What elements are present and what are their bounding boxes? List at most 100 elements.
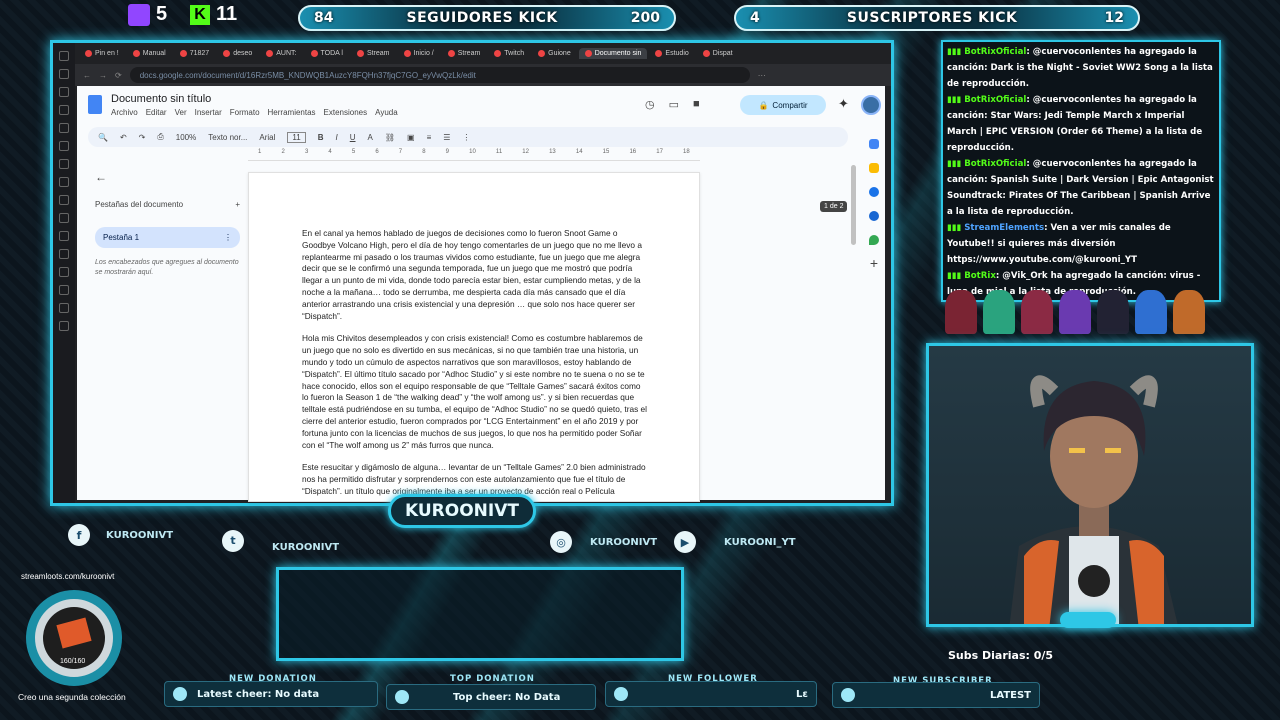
twitch-icon bbox=[128, 3, 150, 26]
url-input[interactable]: docs.google.com/document/d/16Rzr5MB_KNDW… bbox=[129, 67, 750, 83]
comment-icon[interactable]: ▭ bbox=[669, 98, 679, 111]
docs-menubar[interactable]: Archivo Editar Ver Insertar Formato Herramien… bbox=[111, 108, 398, 117]
document-title[interactable]: Documento sin título bbox=[111, 93, 211, 105]
followers-label: SEGUIDORES KICK bbox=[406, 10, 558, 26]
text-color-icon[interactable]: A bbox=[368, 133, 373, 142]
contacts-icon[interactable] bbox=[869, 211, 879, 221]
print-icon[interactable]: ⎙ bbox=[157, 132, 163, 142]
undo-icon[interactable]: ↶ bbox=[120, 133, 127, 142]
account-avatar[interactable] bbox=[861, 95, 881, 115]
meet-icon[interactable]: ■ bbox=[693, 98, 700, 111]
tab-favicon-icon bbox=[538, 49, 546, 57]
menu-item[interactable]: Herramientas bbox=[268, 108, 316, 117]
align-icon[interactable]: ≡ bbox=[427, 133, 432, 142]
top-donation-alert: Top cheer: No Data bbox=[386, 684, 596, 710]
menu-item[interactable]: Ayuda bbox=[375, 108, 398, 117]
add-tab-icon[interactable]: + bbox=[235, 200, 240, 209]
chat-username[interactable]: BotRix bbox=[964, 271, 996, 281]
chat-badges-icon: ▮▮▮ bbox=[947, 47, 965, 57]
back-icon[interactable]: ← bbox=[83, 71, 91, 80]
browser-tab[interactable]: Dispat bbox=[697, 48, 739, 59]
menu-item[interactable]: Editar bbox=[146, 108, 167, 117]
dollar-icon bbox=[173, 687, 187, 701]
add-addon-icon[interactable]: + bbox=[869, 256, 879, 270]
back-arrow-icon[interactable]: ← bbox=[95, 170, 240, 184]
top-donation-value: Top cheer: No Data bbox=[453, 691, 561, 703]
more-icon[interactable]: ⋮ bbox=[462, 133, 470, 142]
underline-button[interactable]: U bbox=[350, 133, 356, 142]
scrollbar[interactable] bbox=[851, 165, 856, 245]
document-paragraph[interactable]: Hola mis Chivitos desempleados y con cri… bbox=[302, 333, 648, 451]
keep-icon[interactable] bbox=[869, 163, 879, 173]
history-icon[interactable]: ◷ bbox=[645, 98, 655, 111]
docs-logo-icon[interactable] bbox=[88, 95, 102, 114]
opera-sidebar[interactable] bbox=[53, 43, 75, 503]
chat-badges-icon: ▮▮▮ bbox=[947, 159, 965, 169]
menu-item[interactable]: Insertar bbox=[195, 108, 222, 117]
share-button[interactable]: 🔒 Compartir bbox=[740, 95, 826, 115]
menu-item[interactable]: Extensiones bbox=[324, 108, 368, 117]
vtuber-avatar bbox=[1009, 375, 1178, 624]
browser-tab[interactable]: Twitch bbox=[488, 48, 530, 59]
browser-tab[interactable]: Estudio bbox=[649, 48, 694, 59]
browser-tab[interactable]: TODA l bbox=[305, 48, 349, 59]
image-icon[interactable]: ▣ bbox=[407, 133, 415, 142]
browser-tab[interactable]: Manual bbox=[127, 48, 172, 59]
browser-tab[interactable]: AUNT: bbox=[260, 48, 302, 59]
browser-tab[interactable]: Inicio / bbox=[398, 48, 440, 59]
docs-toolbar[interactable]: 🔍 ↶ ↷ ⎙ 100% Texto nor... Arial 11 B I U… bbox=[88, 127, 848, 147]
browser-tab[interactable]: deseo bbox=[217, 48, 258, 59]
gemini-icon[interactable]: ✦ bbox=[838, 96, 849, 112]
follower-alert: Lε bbox=[605, 681, 817, 707]
link-icon[interactable]: ⛓ bbox=[385, 133, 395, 142]
subscriber-alert: LATEST bbox=[832, 682, 1040, 708]
document-paragraph[interactable]: En el canal ya hemos hablado de juegos d… bbox=[302, 228, 648, 322]
calendar-icon[interactable] bbox=[869, 139, 879, 149]
menu-item[interactable]: Ver bbox=[175, 108, 187, 117]
maps-icon[interactable] bbox=[869, 235, 879, 245]
side-panel-rail[interactable]: + bbox=[862, 125, 886, 385]
italic-button[interactable]: I bbox=[336, 133, 338, 142]
tab-favicon-icon bbox=[356, 49, 364, 57]
extensions-icon[interactable]: ⋯ bbox=[758, 71, 766, 80]
donation-alert: Latest cheer: No data bbox=[164, 681, 378, 707]
tasks-icon[interactable] bbox=[869, 187, 879, 197]
reload-icon[interactable]: ⟳ bbox=[115, 71, 122, 80]
ruler[interactable]: 1 2 3 4 5 6 7 8 9 10 11 12 13 14 15 16 17 18 bbox=[248, 149, 700, 161]
browser-tab[interactable]: Guione bbox=[532, 48, 577, 59]
browser-tab[interactable]: Stream bbox=[442, 48, 487, 59]
font-select[interactable]: Arial bbox=[259, 133, 275, 142]
document-body[interactable]: En el canal ya hemos hablado de juegos d… bbox=[302, 228, 648, 500]
chat-username[interactable]: BotRixOficial bbox=[964, 47, 1026, 57]
list-icon[interactable]: ☰ bbox=[443, 133, 450, 142]
chat-username[interactable]: BotRixOficial bbox=[964, 95, 1026, 105]
user-icon bbox=[614, 687, 628, 701]
youtube-icon: ▶ bbox=[674, 531, 696, 553]
browser-tab-strip[interactable]: Pin en ! Manual 71827 deseo AUNT: TODA l Strea… bbox=[75, 43, 891, 63]
menu-item[interactable]: Formato bbox=[230, 108, 260, 117]
chat-username[interactable]: StreamElements bbox=[964, 223, 1044, 233]
bold-button[interactable]: B bbox=[318, 133, 324, 142]
tab-menu-icon[interactable]: ⋮ bbox=[224, 233, 232, 242]
browser-tab[interactable]: Stream bbox=[351, 48, 396, 59]
search-icon[interactable]: 🔍 bbox=[98, 133, 108, 142]
chat-username[interactable]: BotRixOficial bbox=[964, 159, 1026, 169]
menu-item[interactable]: Archivo bbox=[111, 108, 138, 117]
twitch-count: 5 bbox=[156, 3, 168, 25]
redo-icon[interactable]: ↷ bbox=[139, 133, 146, 142]
forward-icon[interactable]: → bbox=[99, 71, 107, 80]
document-outline-panel: ← Pestañas del documento + Pestaña 1 ⋮ Lo… bbox=[95, 170, 240, 290]
kick-icon: K bbox=[190, 4, 210, 25]
zoom-select[interactable]: 100% bbox=[176, 133, 196, 142]
font-size-input[interactable]: 11 bbox=[287, 131, 306, 143]
camera-glow-ornament bbox=[1060, 612, 1116, 628]
style-select[interactable]: Texto nor... bbox=[208, 133, 247, 142]
browser-tab[interactable]: 71827 bbox=[174, 48, 215, 59]
social-facebook: f KUROONIVT bbox=[68, 524, 173, 546]
document-tab-1[interactable]: Pestaña 1 ⋮ bbox=[95, 227, 240, 248]
chat-message: ▮▮▮ BotRixOficial: @cuervoconlentes ha a… bbox=[947, 92, 1215, 156]
tab-label: Twitch bbox=[504, 49, 525, 57]
browser-tab[interactable]: Pin en ! bbox=[79, 48, 125, 59]
browser-tab[interactable]: Documento sin bbox=[578, 47, 648, 59]
address-bar[interactable]: ← → ⟳ docs.google.com/document/d/16Rzr5M… bbox=[75, 64, 891, 86]
